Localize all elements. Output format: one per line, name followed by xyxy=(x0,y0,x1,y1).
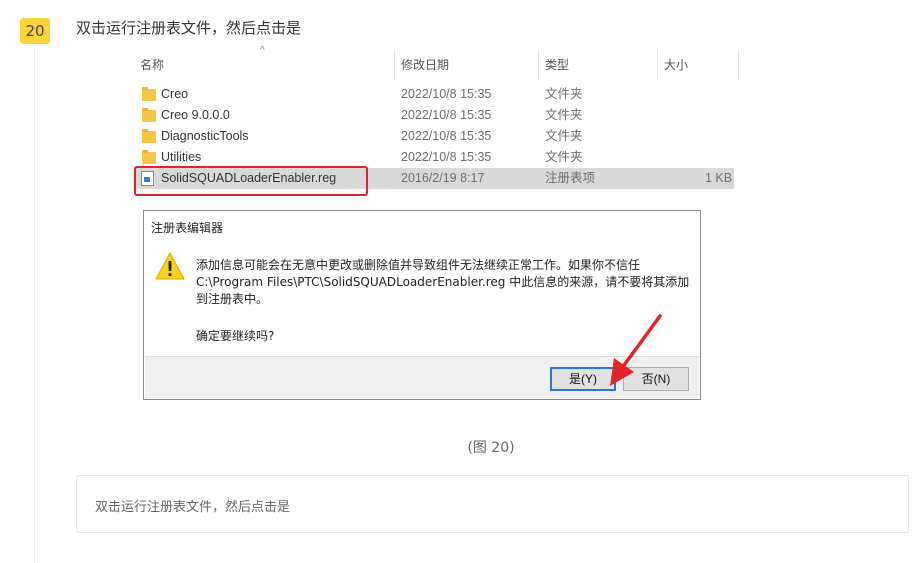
step-timeline-line xyxy=(34,48,35,563)
column-header-name[interactable]: 名称 xyxy=(134,50,394,80)
file-row-diagnostictools[interactable]: DiagnosticTools 2022/10/8 15:35 文件夹 xyxy=(134,126,734,147)
dialog-message: 添加信息可能会在无意中更改或删除值并导致组件无法继续正常工作。如果你不信任 C:… xyxy=(196,258,690,306)
file-type: 文件夹 xyxy=(545,108,583,122)
column-separator[interactable] xyxy=(738,50,739,80)
column-header-size[interactable]: 大小 xyxy=(658,50,738,80)
column-header-modified[interactable]: 修改日期 xyxy=(395,50,538,80)
file-name: DiagnosticTools xyxy=(161,129,249,143)
file-modified: 2022/10/8 15:35 xyxy=(401,108,492,122)
warning-icon xyxy=(155,252,185,280)
file-type: 文件夹 xyxy=(545,150,583,164)
file-type: 文件夹 xyxy=(545,87,583,101)
file-row-creo-9[interactable]: Creo 9.0.0.0 2022/10/8 15:35 文件夹 xyxy=(134,105,734,126)
dialog-title: 注册表编辑器 xyxy=(151,221,224,235)
file-name: Creo xyxy=(161,87,189,101)
file-type: 文件夹 xyxy=(545,129,583,143)
column-header-type[interactable]: 类型 xyxy=(539,50,657,80)
file-modified: 2022/10/8 15:35 xyxy=(401,129,492,143)
step-description-text: 双击运行注册表文件，然后点击是 xyxy=(95,500,291,515)
red-arrow-annotation-icon xyxy=(610,314,662,386)
file-size: 1 KB xyxy=(705,171,733,185)
file-modified: 2016/2/19 8:17 xyxy=(401,171,485,185)
folder-icon xyxy=(142,129,156,143)
file-modified: 2022/10/8 15:35 xyxy=(401,150,492,164)
file-name: Utilities xyxy=(161,150,202,164)
highlight-annotation-box xyxy=(134,166,368,196)
folder-icon xyxy=(142,87,156,101)
file-name: Creo 9.0.0.0 xyxy=(161,108,230,122)
step-description-box: 双击运行注册表文件，然后点击是 xyxy=(76,475,909,533)
file-row-creo[interactable]: Creo 2022/10/8 15:35 文件夹 xyxy=(134,84,734,105)
figure-caption: (图 20) xyxy=(467,440,515,456)
file-row-utilities[interactable]: Utilities 2022/10/8 15:35 文件夹 xyxy=(134,147,734,168)
folder-icon xyxy=(142,150,156,164)
step-number-badge: 20 xyxy=(20,18,50,44)
folder-icon xyxy=(142,108,156,122)
step-title: 双击运行注册表文件，然后点击是 xyxy=(76,19,302,37)
file-modified: 2022/10/8 15:35 xyxy=(401,87,492,101)
file-type: 注册表项 xyxy=(545,171,596,185)
